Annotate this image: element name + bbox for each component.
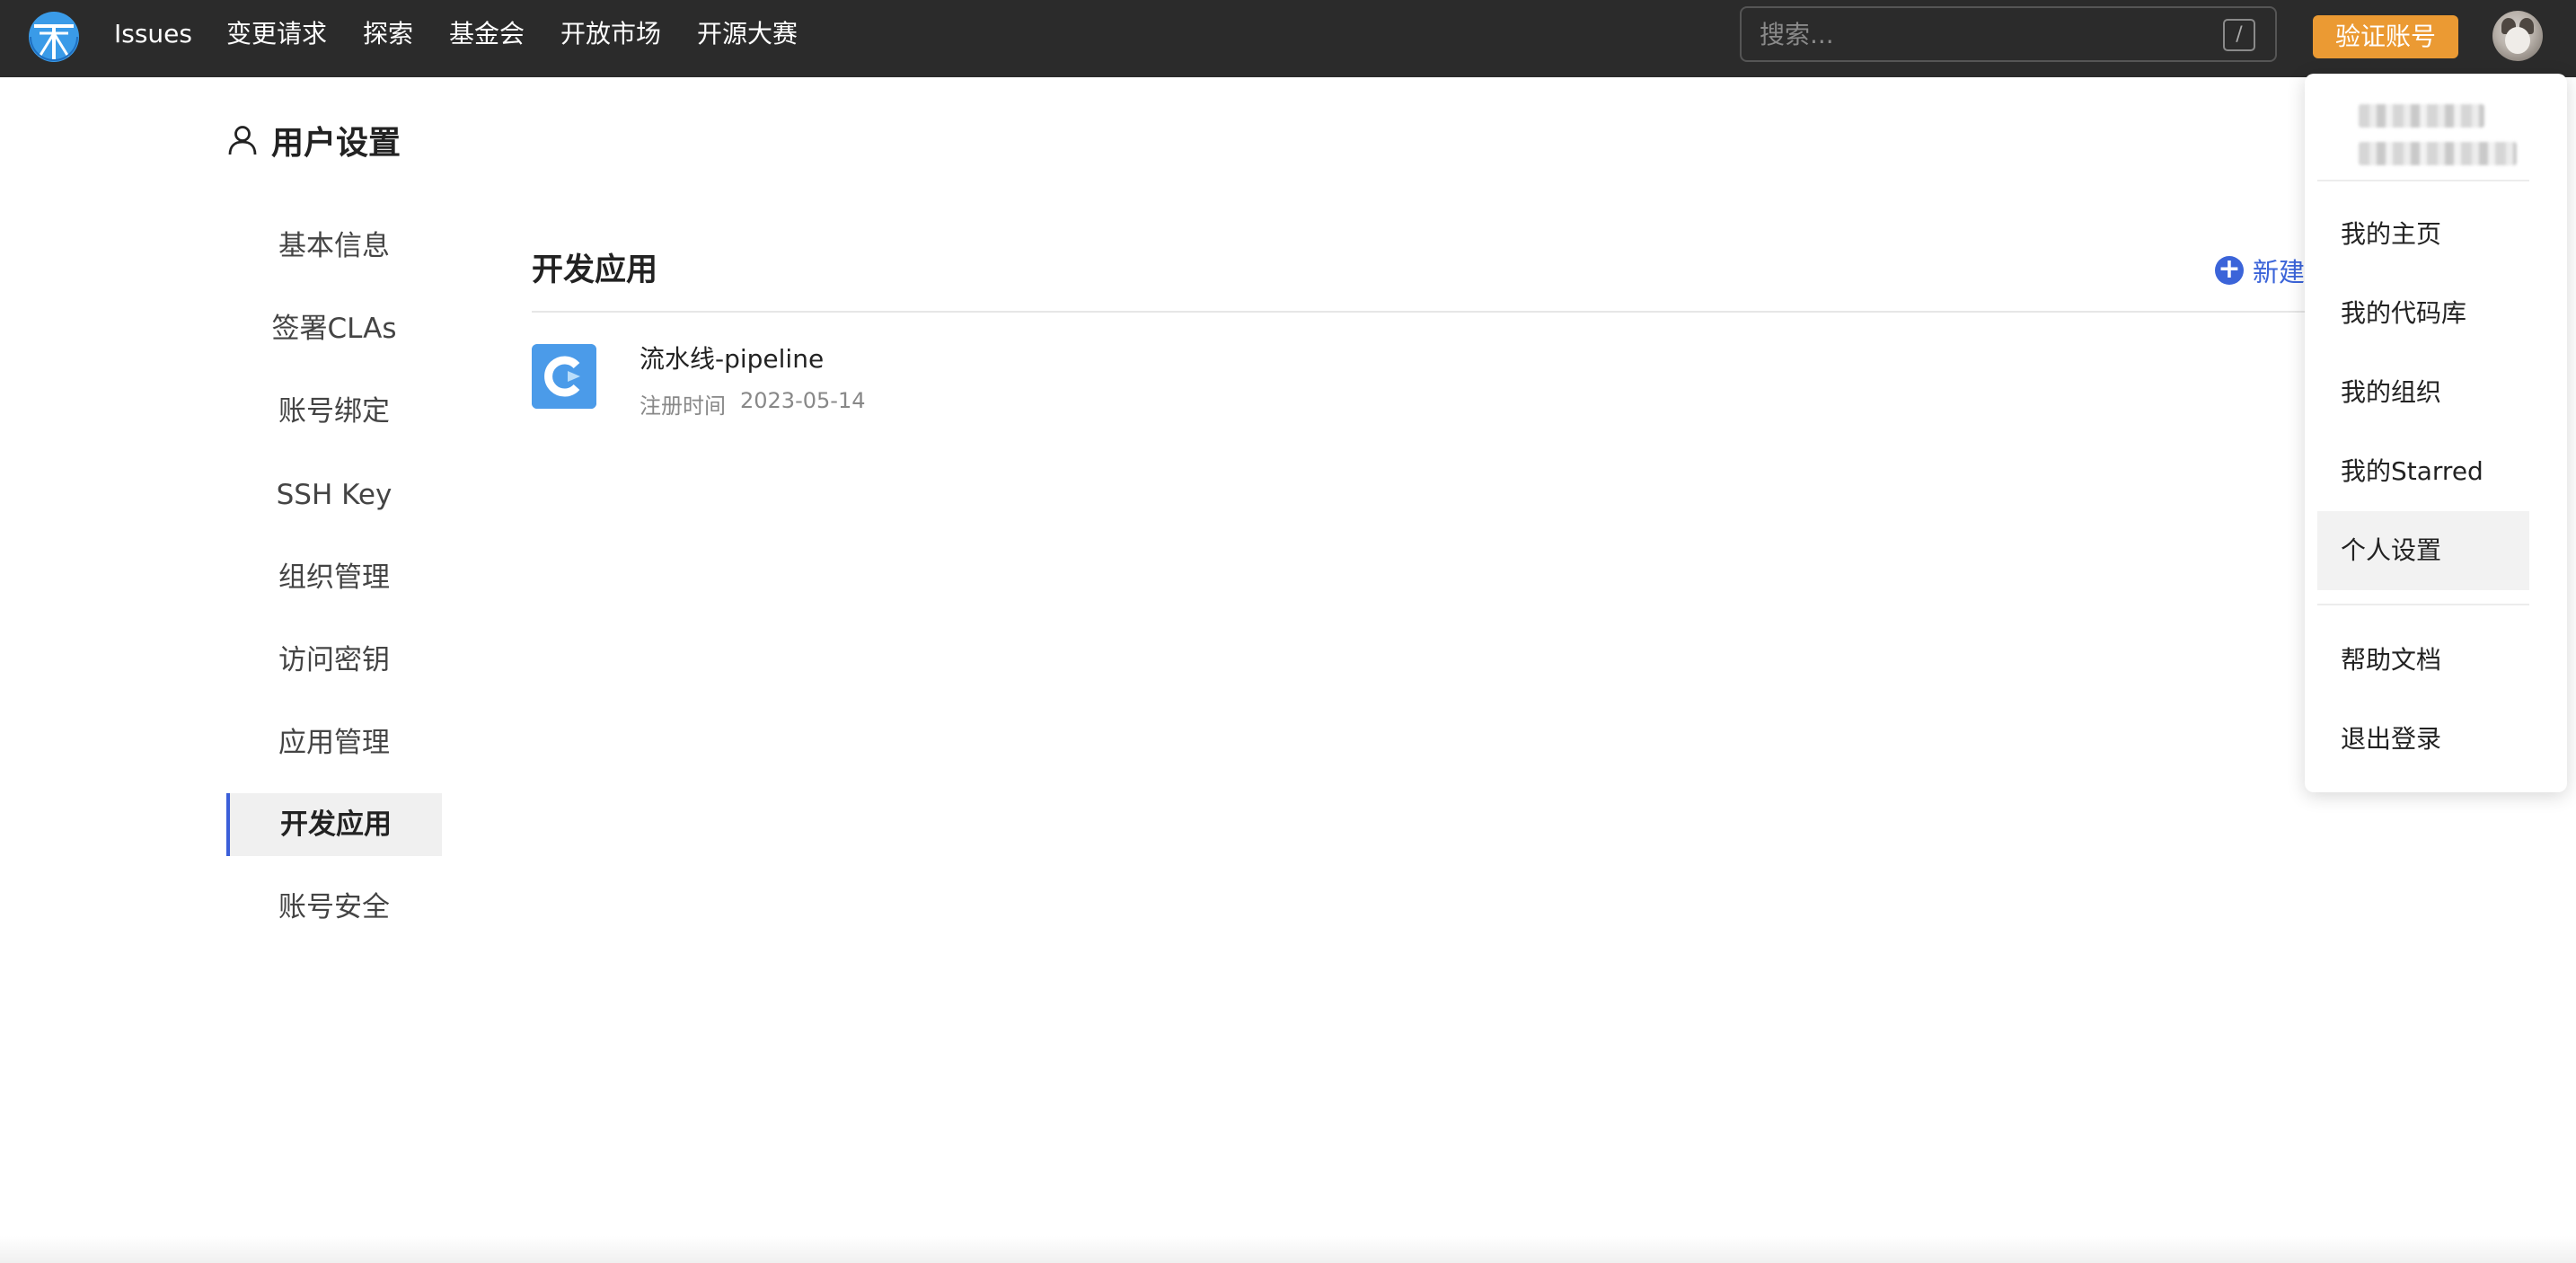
dropdown-item-orgs[interactable]: 我的组织 bbox=[2317, 353, 2529, 432]
page: Issues 变更请求 探索 基金会 开放市场 开源大赛 / 验证账号 用户设置… bbox=[0, 0, 2576, 1263]
top-navbar: Issues 变更请求 探索 基金会 开放市场 开源大赛 / 验证账号 bbox=[0, 0, 2576, 77]
blurred-username bbox=[2359, 104, 2484, 128]
sidebar-item-ssh-key[interactable]: SSH Key bbox=[226, 464, 442, 526]
dropdown-item-homepage[interactable]: 我的主页 bbox=[2317, 195, 2529, 274]
user-dropdown-menu: 我的主页 我的代码库 我的组织 我的Starred 个人设置 帮助文档 退出登录 bbox=[2305, 74, 2567, 792]
search-input[interactable] bbox=[1760, 15, 2191, 53]
site-logo-icon[interactable] bbox=[27, 10, 81, 64]
title-divider bbox=[532, 311, 2328, 313]
nav-issues[interactable]: Issues bbox=[114, 0, 192, 68]
settings-title: 用户设置 bbox=[271, 125, 401, 162]
nav-explore[interactable]: 探索 bbox=[363, 0, 413, 68]
sidebar-item-organizations[interactable]: 组织管理 bbox=[226, 546, 442, 609]
sidebar-item-clas[interactable]: 签署CLAs bbox=[226, 297, 442, 360]
nav-contest[interactable]: 开源大赛 bbox=[697, 0, 798, 68]
search-box: / bbox=[1740, 6, 2277, 62]
new-app-button[interactable]: + 新建 bbox=[2215, 254, 2305, 287]
sidebar-item-access-tokens[interactable]: 访问密钥 bbox=[226, 629, 442, 692]
page-title: 开发应用 bbox=[532, 252, 658, 288]
sidebar-item-account-security[interactable]: 账号安全 bbox=[226, 876, 442, 939]
settings-header: 用户设置 bbox=[226, 115, 401, 165]
nav-foundation[interactable]: 基金会 bbox=[449, 0, 525, 68]
dropdown-divider bbox=[2317, 604, 2529, 605]
sidebar-item-account-binding[interactable]: 账号绑定 bbox=[226, 380, 442, 443]
app-name[interactable]: 流水线-pipeline bbox=[640, 340, 824, 375]
dropdown-item-settings[interactable]: 个人设置 bbox=[2317, 511, 2529, 590]
verify-account-button[interactable]: 验证账号 bbox=[2313, 15, 2458, 58]
sidebar-item-developer-apps[interactable]: 开发应用 bbox=[226, 793, 442, 856]
blurred-user-id bbox=[2359, 142, 2517, 165]
dropdown-item-repos[interactable]: 我的代码库 bbox=[2317, 274, 2529, 353]
nav-pull-requests[interactable]: 变更请求 bbox=[226, 0, 327, 68]
new-app-label: 新建 bbox=[2253, 257, 2306, 287]
dropdown-divider bbox=[2317, 180, 2529, 181]
app-reg-label: 注册时间 bbox=[640, 393, 726, 419]
user-icon bbox=[228, 126, 257, 155]
dropdown-item-starred[interactable]: 我的Starred bbox=[2317, 432, 2529, 511]
sidebar-item-basic-info[interactable]: 基本信息 bbox=[226, 215, 442, 278]
dropdown-item-help-docs[interactable]: 帮助文档 bbox=[2317, 621, 2529, 700]
dropdown-user-info bbox=[2359, 92, 2529, 172]
bottom-shading bbox=[0, 1236, 2576, 1263]
dropdown-item-logout[interactable]: 退出登录 bbox=[2317, 700, 2529, 779]
avatar-face bbox=[2505, 27, 2530, 54]
sidebar-item-app-management[interactable]: 应用管理 bbox=[226, 711, 442, 774]
pipeline-app-icon bbox=[532, 344, 596, 409]
app-reg-date: 2023-05-14 bbox=[740, 388, 866, 413]
plus-icon: + bbox=[2215, 256, 2244, 285]
user-avatar[interactable] bbox=[2492, 11, 2543, 61]
search-shortcut-badge: / bbox=[2223, 19, 2255, 51]
nav-marketplace[interactable]: 开放市场 bbox=[560, 0, 661, 68]
app-meta: 注册时间 2023-05-14 bbox=[640, 388, 865, 420]
